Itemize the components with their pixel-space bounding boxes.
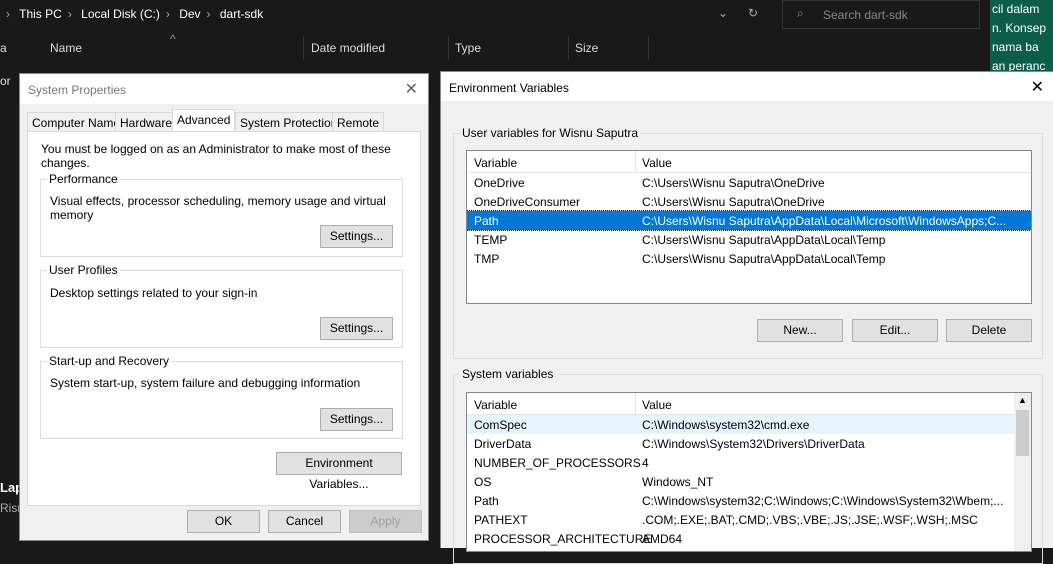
breadcrumb[interactable]: › This PC › Local Disk (C:) › Dev › dart-sd… [6,7,269,21]
scrollbar[interactable]: ▲ [1014,393,1031,551]
dialog-title: Environment Variables [441,72,1053,101]
close-icon[interactable]: ✕ [1031,77,1044,97]
table-row[interactable]: DriverData C:\Windows\System32\Drivers\Dr… [467,434,1031,453]
crumb-dart-sdk[interactable]: dart-sdk [220,7,263,21]
search-placeholder: Search dart-sdk [823,8,908,22]
table-row[interactable]: ComSpec C:\Windows\system32\cmd.exe [467,415,1031,434]
variable-name: TMP [474,252,500,266]
system-variables-label: System variables [460,367,556,381]
table-row[interactable]: OneDrive C:\Users\Wisnu Saputra\OneDrive [467,173,1031,192]
table-row[interactable]: OneDriveConsumer C:\Users\Wisnu Saputra\O… [467,192,1031,211]
tab-system-protection[interactable]: System Protection [235,112,343,131]
advanced-tab-panel: You must be logged on as an Administrato… [27,131,421,506]
file-list-header: Name ^ Date modified Type Size [30,30,990,66]
tab-computer-name[interactable]: Computer Name [27,112,126,131]
user-edit-button[interactable]: Edit... [852,319,938,342]
group-description: Desktop settings related to your sign-in [50,286,258,300]
environment-variables-dialog: Environment Variables ✕ User variables f… [440,71,1053,564]
sort-up-icon: ^ [170,32,176,46]
ok-button[interactable]: OK [187,510,260,533]
performance-group: Performance Visual effects, processor sc… [40,172,403,257]
variable-value: C:\Users\Wisnu Saputra\AppData\Local\Tem… [642,233,886,247]
startup-recovery-group: Start-up and Recovery System start-up, s… [40,354,403,439]
close-icon[interactable]: ✕ [405,79,418,99]
variable-value: Windows_NT [642,475,714,489]
user-profiles-group: User Profiles Desktop settings related t… [40,263,403,348]
apply-button: Apply [349,510,422,533]
variable-name: NUMBER_OF_PROCESSORS [474,456,641,470]
search-input[interactable]: ⌕ Search dart-sdk [782,0,980,29]
background-webpage-text: cil dalam n. Konsep nama ba an peranc [990,0,1053,72]
column-date-modified[interactable]: Date modified [311,41,385,55]
crumb-dev[interactable]: Dev [179,7,200,21]
variable-name: OneDriveConsumer [474,195,581,209]
explorer-address-bar: › This PC › Local Disk (C:) › Dev › dart-sd… [0,0,990,30]
user-delete-button[interactable]: Delete [946,319,1032,342]
nav-pane-fragment: a [0,41,7,55]
variable-name: DriverData [474,437,532,451]
refresh-icon[interactable]: ↻ [748,6,758,20]
variable-name: Path [474,214,499,228]
variable-name: OneDrive [474,176,525,190]
group-description: Visual effects, processor scheduling, me… [50,194,386,222]
tab-advanced[interactable]: Advanced [172,109,236,132]
group-description: System start-up, system failure and debu… [50,376,361,390]
user-new-button[interactable]: New... [757,319,843,342]
admin-note: You must be logged on as an Administrato… [41,142,391,170]
nav-pane-fragment: or [0,74,11,88]
cancel-button[interactable]: Cancel [268,510,341,533]
column-size[interactable]: Size [575,41,598,55]
dialog-title: System Properties [20,74,428,104]
column-type[interactable]: Type [455,41,481,55]
user-variables-label: User variables for Wisnu Saputra [460,126,641,140]
startup-settings-button[interactable]: Settings... [320,408,393,431]
tab-hardware[interactable]: Hardware [115,112,178,131]
crumb-this-pc[interactable]: This PC [19,7,62,21]
variable-value: 4 [642,456,649,470]
tab-remote[interactable]: Remote [332,112,385,131]
variable-value: C:\Users\Wisnu Saputra\AppData\Local\Mic… [642,214,1007,228]
chevron-down-icon[interactable]: ⌄ [718,6,728,20]
variable-value: C:\Users\Wisnu Saputra\AppData\Local\Tem… [642,252,886,266]
table-row[interactable]: TEMP C:\Users\Wisnu Saputra\AppData\Local… [467,230,1031,249]
table-row[interactable]: NUMBER_OF_PROCESSORS 4 [467,453,1031,472]
variable-value: .COM;.EXE;.BAT;.CMD;.VBS;.VBE;.JS;.JSE;.… [642,513,978,527]
table-row[interactable]: Path C:\Windows\system32;C:\Windows;C:\Wi… [467,491,1031,510]
performance-settings-button[interactable]: Settings... [320,225,393,248]
environment-variables-button[interactable]: Environment Variables... [276,452,402,491]
variable-name: PATHEXT [474,513,528,527]
user-profiles-settings-button[interactable]: Settings... [320,317,393,340]
table-row[interactable]: PATHEXT .COM;.EXE;.BAT;.CMD;.VBS;.VBE;.JS… [467,510,1031,529]
scrollbar-thumb[interactable] [1016,410,1029,456]
column-name[interactable]: Name [50,41,82,55]
variable-value: C:\Users\Wisnu Saputra\OneDrive [642,195,825,209]
variable-name: PROCESSOR_ARCHITECTURE [474,532,652,546]
column-variable[interactable]: Variable [474,398,517,412]
variable-value: AMD64 [642,532,683,546]
variable-name: OS [474,475,492,489]
table-row[interactable]: PROCESSOR_ARCHITECTURE AMD64 [467,529,1031,548]
table-row[interactable]: OS Windows_NT [467,472,1031,491]
variable-value: C:\Windows\system32\cmd.exe [642,418,810,432]
table-row[interactable]: TMP C:\Users\Wisnu Saputra\AppData\Local\… [467,249,1031,268]
scroll-up-icon[interactable]: ▲ [1018,395,1027,405]
variable-value: C:\Users\Wisnu Saputra\OneDrive [642,176,825,190]
variable-name: TEMP [474,233,508,247]
table-row[interactable]: Path C:\Users\Wisnu Saputra\AppData\Local… [467,210,1031,231]
variable-name: Path [474,494,499,508]
column-value[interactable]: Value [642,398,672,412]
search-icon: ⌕ [797,6,804,20]
variable-name: ComSpec [474,418,527,432]
variable-value: C:\Windows\system32;C:\Windows;C:\Window… [642,494,1004,508]
variable-value: C:\Windows\System32\Drivers\DriverData [642,437,865,451]
user-variables-list[interactable]: Variable Value OneDrive C:\Users\Wisnu Sap… [466,150,1032,304]
system-variables-list[interactable]: Variable Value ComSpec C:\Windows\system32… [466,392,1032,552]
column-variable[interactable]: Variable [474,156,517,170]
column-value[interactable]: Value [642,156,672,170]
crumb-local-disk[interactable]: Local Disk (C:) [81,7,160,21]
